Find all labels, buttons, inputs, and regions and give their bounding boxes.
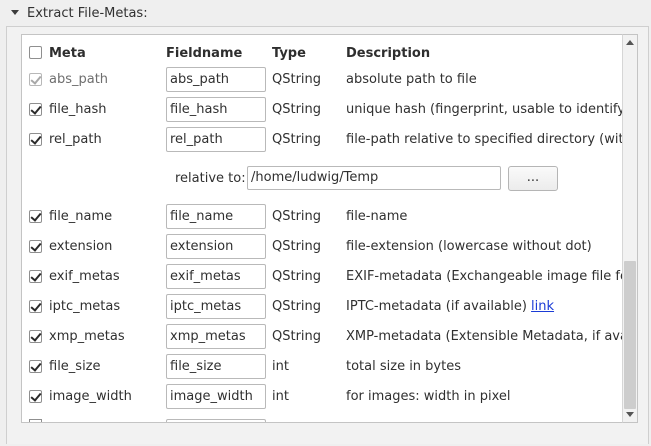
group-header[interactable]: Extract File-Metas: <box>0 0 651 28</box>
description-cell: IPTC-metadata (if available) link <box>346 299 554 314</box>
description-label: IPTC-metadata (if available) <box>346 299 532 314</box>
table-row: exif_metas exif_metas QString EXIF-metad… <box>22 262 623 292</box>
type-label: int <box>272 359 289 374</box>
description-label: absolute path to file <box>346 72 477 87</box>
fieldname-input[interactable]: file_name <box>166 204 266 229</box>
table-row: image_width image_width int for images: … <box>22 382 622 412</box>
browse-button[interactable]: ... <box>508 166 558 191</box>
type-label: int <box>272 389 289 404</box>
row-checkbox[interactable] <box>29 73 42 86</box>
meta-label: abs_path <box>49 72 109 87</box>
fieldname-input[interactable]: iptc_metas <box>166 294 266 319</box>
description-label: file-extension (lowercase without dot) <box>346 239 592 254</box>
row-checkbox[interactable] <box>29 360 42 373</box>
row-checkbox[interactable] <box>29 103 42 116</box>
meta-label: file_hash <box>49 102 107 117</box>
table-row: abs_path abs_path QString absolute path … <box>22 65 622 95</box>
type-label: QString <box>272 239 322 254</box>
fieldname-input[interactable]: file_hash <box>166 97 266 122</box>
fieldname-input[interactable]: rel_path <box>166 127 266 152</box>
metas-table: Meta Fieldname Type Description abs_path… <box>21 34 623 423</box>
scrollbar-thumb[interactable] <box>624 261 636 409</box>
table-row: file_size file_size int total size in by… <box>22 352 622 382</box>
meta-label: file_name <box>49 209 113 224</box>
description-label: file-name <box>346 209 408 224</box>
fieldname-input[interactable]: xmp_metas <box>166 324 266 349</box>
meta-label: iptc_metas <box>49 299 121 314</box>
header-fieldname: Fieldname <box>166 46 243 61</box>
type-label: QString <box>272 132 322 147</box>
description-label: unique hash (fingerprint, usable to iden… <box>346 102 623 117</box>
table-row: extension extension QString file-extensi… <box>22 232 622 262</box>
row-checkbox[interactable] <box>29 133 42 146</box>
type-label: QString <box>272 329 322 344</box>
relative-to-input[interactable]: /home/ludwig/Temp <box>247 166 501 190</box>
select-all-checkbox[interactable] <box>29 46 42 59</box>
table-row: iptc_metas iptc_metas QString IPTC-metad… <box>22 292 622 322</box>
table-row: file_hash file_hash QString unique hash … <box>22 95 623 125</box>
table-row: file_name file_name QString file-name <box>22 202 622 232</box>
vertical-scrollbar[interactable] <box>622 34 638 423</box>
relative-to-label: relative to: <box>175 171 246 186</box>
type-label: QString <box>272 269 322 284</box>
collapse-arrow-icon[interactable] <box>11 10 19 15</box>
type-label: QString <box>272 209 322 224</box>
row-checkbox[interactable] <box>29 300 42 313</box>
meta-label: extension <box>49 239 113 254</box>
type-label: QString <box>272 72 322 87</box>
relative-to-row: relative to: /home/ludwig/Temp ... <box>22 163 622 193</box>
row-checkbox[interactable] <box>29 270 42 283</box>
row-checkbox[interactable] <box>29 210 42 223</box>
fieldname-input[interactable]: extension <box>166 234 266 259</box>
scroll-down-icon[interactable] <box>626 412 634 417</box>
header-type: Type <box>272 46 306 61</box>
type-label: QString <box>272 299 322 314</box>
fieldname-input-partial[interactable] <box>166 419 266 422</box>
meta-label: xmp_metas <box>49 329 125 344</box>
description-label: for images: width in pixel <box>346 389 511 404</box>
header-description: Description <box>346 46 431 61</box>
fieldname-input[interactable]: file_size <box>166 354 266 379</box>
row-checkbox[interactable] <box>29 330 42 343</box>
meta-label: image_width <box>49 389 132 404</box>
iptc-link[interactable]: link <box>531 299 554 314</box>
fieldname-input[interactable]: image_width <box>166 384 266 409</box>
table-row: rel_path rel_path QString file-path rela… <box>22 125 623 155</box>
table-row: xmp_metas xmp_metas QString XMP-metadata… <box>22 322 623 352</box>
group-title: Extract File-Metas: <box>27 6 148 21</box>
type-label: QString <box>272 102 322 117</box>
fieldname-input[interactable]: exif_metas <box>166 264 266 289</box>
description-label: XMP-metadata (Extensible Metadata, if av… <box>346 329 623 344</box>
row-checkbox-partial[interactable] <box>29 419 42 422</box>
header-meta: Meta <box>49 46 86 61</box>
meta-label: rel_path <box>49 132 102 147</box>
description-label: total size in bytes <box>346 359 461 374</box>
description-label: file-path relative to specified director… <box>346 132 623 147</box>
fieldname-input[interactable]: abs_path <box>166 67 266 92</box>
scroll-up-icon[interactable] <box>626 40 634 45</box>
meta-label: exif_metas <box>49 269 120 284</box>
description-label: EXIF-metadata (Exchangeable image file f… <box>346 269 623 284</box>
meta-label: file_size <box>49 359 101 374</box>
row-checkbox[interactable] <box>29 390 42 403</box>
row-checkbox[interactable] <box>29 240 42 253</box>
